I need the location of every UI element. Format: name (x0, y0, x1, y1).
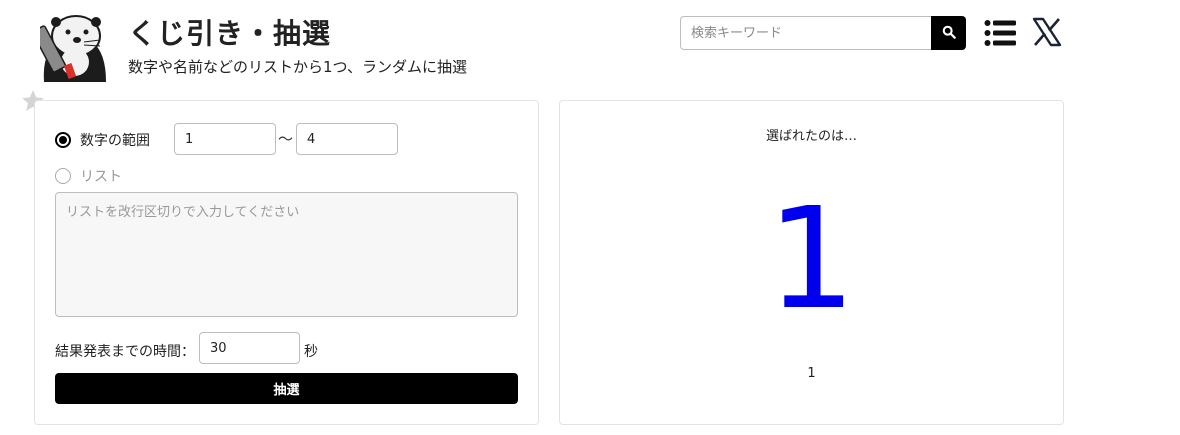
result-value-large: 1 (766, 178, 857, 341)
range-from-input[interactable] (174, 123, 276, 155)
page-subtitle: 数字や名前などのリストから1つ、ランダムに抽選 (128, 58, 467, 76)
draw-button[interactable]: 抽選 (55, 373, 518, 404)
time-input[interactable] (199, 332, 300, 364)
lottery-settings-panel: 数字の範囲 〜 リスト 結果発表までの時間： 秒 抽選 (34, 100, 539, 425)
page-title[interactable]: くじ引き・抽選 (128, 12, 331, 52)
list-textarea[interactable] (55, 192, 518, 317)
result-panel: 選ばれたのは… 1 1 (559, 100, 1064, 425)
sea-otter-logo-icon[interactable] (31, 12, 110, 82)
mode-range-option[interactable]: 数字の範囲 (55, 130, 150, 150)
search-input[interactable] (680, 16, 931, 50)
list-menu-icon[interactable] (984, 19, 1016, 47)
search-icon (942, 25, 956, 42)
search-button[interactable] (931, 16, 966, 50)
mode-list-radio[interactable] (55, 168, 71, 184)
range-to-input[interactable] (296, 123, 398, 155)
result-heading: 選ばれたのは… (765, 129, 857, 144)
time-label: 結果発表までの時間： (55, 344, 195, 360)
mode-list-option[interactable]: リスト (55, 166, 122, 186)
search-bar (680, 16, 966, 50)
mode-range-radio[interactable] (55, 132, 71, 148)
result-value-small: 1 (807, 366, 816, 381)
page: くじ引き・抽選 数字や名前などのリストから1つ、ランダムに抽選 検索キーワード … (0, 0, 1180, 435)
mode-range-label[interactable]: 数字の範囲 (80, 130, 150, 150)
x-logo-icon[interactable] (1032, 17, 1062, 47)
mode-list-label[interactable]: リスト (80, 166, 122, 186)
range-separator: 〜 (278, 130, 294, 148)
time-unit-label: 秒 (304, 344, 318, 360)
